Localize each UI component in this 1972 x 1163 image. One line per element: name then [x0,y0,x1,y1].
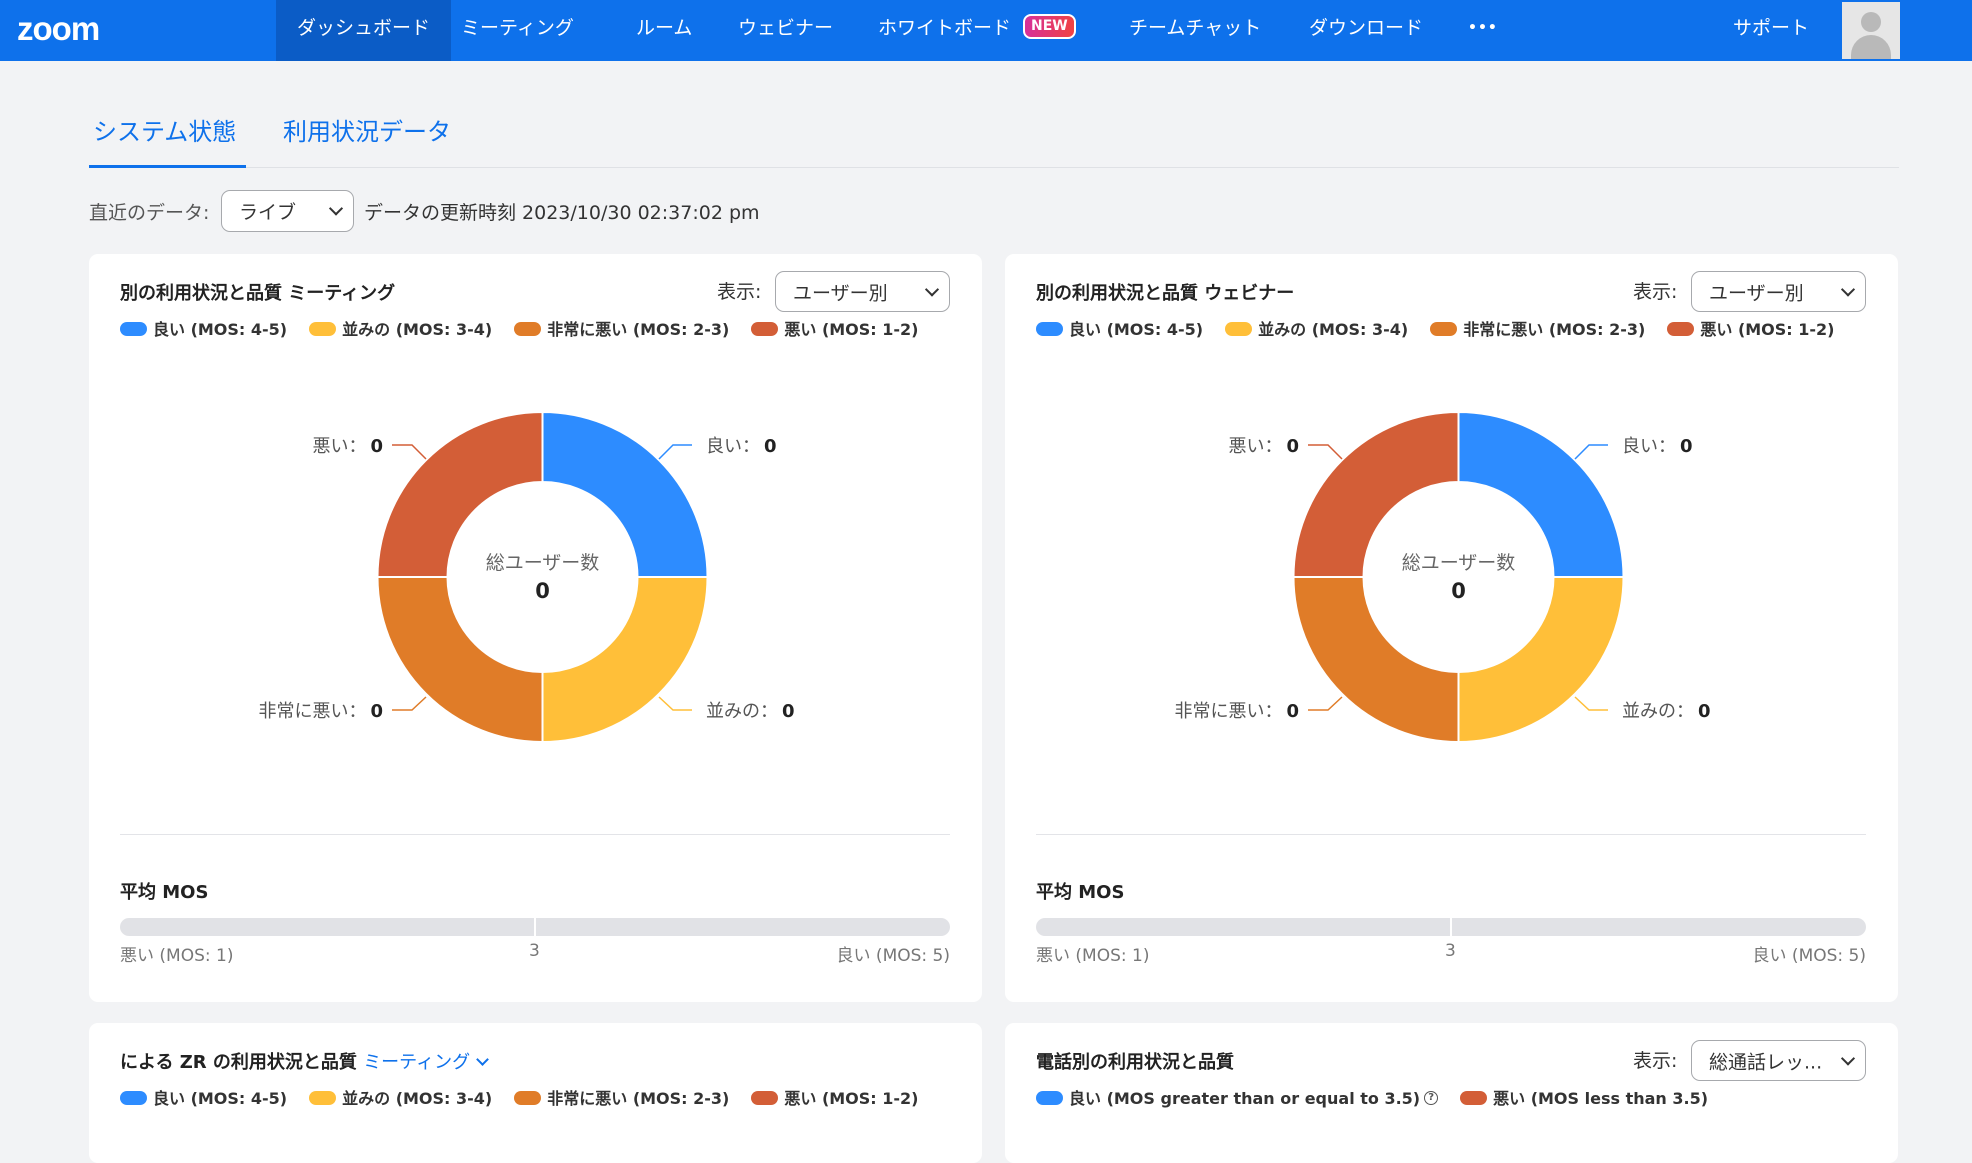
mos-mid-label: 3 [529,941,540,961]
leader-poor [392,696,427,711]
center-value: 0 [1451,579,1466,603]
legend-poor: 非常に悪い (MOS: 2-3) [514,1085,729,1109]
nav-dashboard[interactable]: ダッシュボード [276,0,452,61]
recent-data-select[interactable]: ライブ [221,190,354,232]
center-label: 総ユーザー数 [486,552,600,574]
mos-max-label: 良い (MOS: 5) [836,946,950,966]
legend: 良い (MOS greater than or equal to 3.5)? 悪い… [1036,1085,1730,1109]
donut-chart: 総ユーザー数 0 良い： 0 並みの： 0 非常に悪い： 0 悪い： 0 [1174,410,1711,744]
label-bad: 悪い： 0 [1228,436,1299,457]
card-divider [1036,834,1866,835]
card-title: 電話別の利用状況と品質 [1036,1052,1234,1073]
card-zr-quality: による ZR の利用状況と品質 ミーティング 良い (MOS: 4-5) 並みの … [89,1023,982,1163]
segment-poor [1292,576,1460,744]
legend-good: 良い (MOS greater than or equal to 3.5)? [1036,1085,1439,1109]
last-updated-text: データの更新時刻 2023/10/30 02:37:02 pm [364,202,760,224]
leader-bad [1308,444,1343,460]
mos-mid-label: 3 [1445,941,1456,961]
nav-team-chat[interactable]: チームチャット [1108,0,1282,61]
legend-fair: 並みの (MOS: 3-4) [309,1085,492,1109]
leader-poor [1308,696,1343,711]
avg-mos-title: 平均 MOS [120,882,209,903]
legend: 良い (MOS: 4-5) 並みの (MOS: 3-4) 非常に悪い (MOS: 2… [120,1085,941,1109]
leader-bad [392,444,427,460]
avg-mos-bar [120,916,950,938]
avatar[interactable] [1842,2,1900,59]
top-nav: zoom ダッシュボード ミーティング ルーム ウェビナー ホワイトボード NEW… [0,0,1972,61]
new-badge: NEW [1023,14,1076,39]
nav-webinars[interactable]: ウェビナー [717,0,854,61]
more-icon[interactable]: ••• [1447,0,1519,61]
label-bad: 悪い： 0 [312,436,383,457]
label-fair: 並みの： 0 [706,701,795,722]
zoom-logo[interactable]: zoom [17,10,100,48]
label-fair: 並みの： 0 [1622,701,1711,722]
chevron-down-icon[interactable] [476,1053,489,1066]
tabs-divider [89,167,1899,168]
recent-data-label: 直近のデータ: [89,202,210,224]
mos-max-label: 良い (MOS: 5) [1752,946,1866,966]
label-poor: 非常に悪い： 0 [1174,701,1299,722]
leader-good [1574,444,1608,460]
card-phone-quality: 電話別の利用状況と品質 表示: 総通話レッ... 良い (MOS greater… [1005,1023,1898,1163]
leader-fair [1574,696,1608,711]
label-good: 良い： 0 [706,436,777,457]
nav-whiteboard[interactable]: ホワイトボード NEW [857,0,1097,61]
chevron-down-icon [1840,1050,1856,1066]
legend-good: 良い (MOS: 4-5) [120,1085,287,1109]
segment-fair [1457,576,1625,744]
avg-mos-bar [1036,916,1866,938]
label-good: 良い： 0 [1622,436,1693,457]
tab-system-status[interactable]: システム状態 [93,112,236,147]
card-divider [120,834,950,835]
avg-mos-title: 平均 MOS [1036,882,1125,903]
nav-support[interactable]: サポート [1733,0,1809,61]
meeting-type-dropdown[interactable]: ミーティング [363,1052,470,1073]
card-meeting-quality: 別の利用状況と品質 ミーティング 表示: ユーザー別 良い (MOS: 4-5)… [89,254,982,1002]
mos-min-label: 悪い (MOS: 1) [120,946,234,966]
label-poor: 非常に悪い： 0 [258,701,383,722]
legend-bad: 悪い (MOS less than 3.5) [1460,1085,1708,1109]
segment-poor [376,576,544,744]
tab-usage-data[interactable]: 利用状況データ [283,112,451,147]
card-webinar-quality: 別の利用状況と品質 ウェビナー 表示: ユーザー別 良い (MOS: 4-5) 並… [1005,254,1898,1002]
segment-fair [541,576,709,744]
card-title: による ZR の利用状況と品質 ミーティング [120,1048,489,1074]
user-icon [1861,12,1881,32]
chevron-down-icon [328,201,344,216]
leader-good [658,444,692,460]
legend-bad: 悪い (MOS: 1-2) [751,1085,919,1109]
nav-meetings[interactable]: ミーティング [440,0,595,61]
mos-min-label: 悪い (MOS: 1) [1036,946,1150,966]
display-select[interactable]: 総通話レッ... [1691,1040,1866,1081]
center-value: 0 [535,579,550,603]
help-icon[interactable]: ? [1424,1090,1439,1105]
nav-downloads[interactable]: ダウンロード [1288,0,1444,61]
active-tab-indicator [89,165,246,168]
display-label: 表示: [1633,1050,1678,1072]
center-label: 総ユーザー数 [1402,552,1516,574]
nav-rooms[interactable]: ルーム [615,0,713,61]
donut-chart: 総ユーザー数 0 良い： 0 並みの： 0 非常に悪い： 0 悪い： 0 [258,410,795,744]
leader-fair [658,696,692,711]
